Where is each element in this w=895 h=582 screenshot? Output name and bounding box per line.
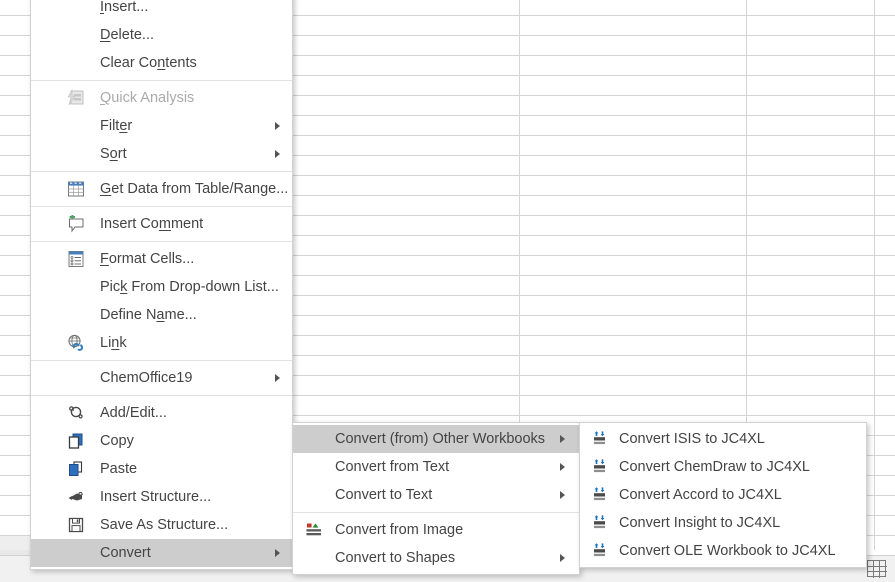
menu-separator: [31, 171, 292, 172]
menu-item-label: Define Name...: [100, 308, 197, 323]
convert-import-icon: [592, 514, 610, 532]
menu-item-copy[interactable]: Copy: [31, 427, 292, 455]
save-floppy-icon: [67, 516, 85, 534]
menu-item-get-data-from-table-range[interactable]: Get Data from Table/Range...: [31, 175, 292, 203]
menu-item-define-name[interactable]: Define Name...: [31, 301, 292, 329]
menu-separator: [31, 241, 292, 242]
menu-item-label: Format Cells...: [100, 252, 194, 267]
chevron-right-icon: [560, 491, 565, 499]
menu-item-label: Convert to Text: [335, 488, 432, 503]
menu-item-label: Convert from Text: [335, 460, 449, 475]
menu-item-sort[interactable]: Sort: [31, 140, 292, 168]
menu-item-label: Convert to Shapes: [335, 551, 455, 566]
convert-import-icon: [592, 430, 610, 448]
menu-item-label: Pick From Drop-down List...: [100, 280, 279, 295]
menu-item-label: Convert from Image: [335, 523, 463, 538]
table-grid-icon: [67, 180, 85, 198]
menu-item-label: Convert Insight to JC4XL: [619, 516, 780, 531]
copy-icon: [67, 432, 85, 450]
convert-image-icon: [305, 521, 323, 539]
menu-separator: [293, 512, 579, 513]
menu-item-label: ChemOffice19: [100, 371, 192, 386]
menu-item-label: Convert OLE Workbook to JC4XL: [619, 544, 836, 559]
menu-item-add-edit[interactable]: Add/Edit...: [31, 399, 292, 427]
menu-separator: [31, 360, 292, 361]
menu-item-label: Insert Structure...: [100, 490, 211, 505]
chevron-right-icon: [560, 435, 565, 443]
menu-item-insert-structure[interactable]: Insert Structure...: [31, 483, 292, 511]
convert-import-icon: [592, 486, 610, 504]
menu-separator: [31, 395, 292, 396]
menu-item-convert[interactable]: Convert: [31, 539, 292, 567]
submenu-item-convert-from-other-workbooks[interactable]: Convert (from) Other Workbooks: [293, 425, 579, 453]
workbook-item-convert-isis-to-jc4xl[interactable]: Convert ISIS to JC4XL: [580, 425, 866, 453]
submenu-item-convert-from-image[interactable]: Convert from Image: [293, 516, 579, 544]
menu-item-format-cells[interactable]: Format Cells...: [31, 245, 292, 273]
workbook-item-convert-chemdraw-to-jc4xl[interactable]: Convert ChemDraw to JC4XL: [580, 453, 866, 481]
menu-item-label: Add/Edit...: [100, 406, 167, 421]
menu-item-label: Save As Structure...: [100, 518, 228, 533]
menu-item-label: Delete...: [100, 28, 154, 43]
menu-item-paste[interactable]: Paste: [31, 455, 292, 483]
menu-separator: [31, 206, 292, 207]
menu-item-pick-from-drop-down-list[interactable]: Pick From Drop-down List...: [31, 273, 292, 301]
chevron-right-icon: [560, 554, 565, 562]
menu-item-save-as-structure[interactable]: Save As Structure...: [31, 511, 292, 539]
menu-item-label: Quick Analysis: [100, 91, 194, 106]
chevron-right-icon: [275, 374, 280, 382]
menu-item-chemoffice19[interactable]: ChemOffice19: [31, 364, 292, 392]
workbook-item-convert-ole-workbook-to-jc4xl[interactable]: Convert OLE Workbook to JC4XL: [580, 537, 866, 565]
submenu-item-convert-to-text[interactable]: Convert to Text: [293, 481, 579, 509]
convert-submenu[interactable]: Convert (from) Other Workbooks Convert fr…: [292, 422, 580, 575]
cell-context-menu[interactable]: Insert... Delete... Clear Contents Quick An…: [30, 0, 293, 570]
menu-item-label: Paste: [100, 462, 137, 477]
menu-item-label: Convert Accord to JC4XL: [619, 488, 782, 503]
format-cells-icon: [67, 250, 85, 268]
menu-item-label: Convert ISIS to JC4XL: [619, 432, 765, 447]
menu-item-insert-comment[interactable]: Insert Comment: [31, 210, 292, 238]
link-globe-icon: [67, 334, 85, 352]
grid-col-line: [874, 0, 875, 552]
convert-import-icon: [592, 458, 610, 476]
menu-item-label: Convert (from) Other Workbooks: [335, 432, 545, 447]
insert-structure-icon: [67, 488, 85, 506]
convert-import-icon: [592, 542, 610, 560]
workbook-item-convert-accord-to-jc4xl[interactable]: Convert Accord to JC4XL: [580, 481, 866, 509]
menu-item-label: Insert...: [100, 0, 148, 14]
menu-item-clear-contents[interactable]: Clear Contents: [31, 49, 292, 77]
submenu-item-convert-to-shapes[interactable]: Convert to Shapes: [293, 544, 579, 572]
menu-item-label: Filter: [100, 119, 132, 134]
menu-item-label: Sort: [100, 147, 127, 162]
other-workbooks-submenu[interactable]: Convert ISIS to JC4XL Convert ChemDraw to…: [579, 422, 867, 568]
menu-item-label: Link: [100, 336, 127, 351]
menu-separator: [31, 80, 292, 81]
chevron-right-icon: [275, 549, 280, 557]
chevron-right-icon: [560, 463, 565, 471]
quick-analysis-icon: [67, 89, 85, 107]
workbook-item-convert-insight-to-jc4xl[interactable]: Convert Insight to JC4XL: [580, 509, 866, 537]
submenu-item-convert-from-text[interactable]: Convert from Text: [293, 453, 579, 481]
insert-comment-icon: [67, 215, 85, 233]
menu-item-delete[interactable]: Delete...: [31, 21, 292, 49]
menu-item-insert[interactable]: Insert...: [31, 0, 292, 21]
grid-view-icon[interactable]: [866, 559, 888, 579]
chevron-right-icon: [275, 122, 280, 130]
menu-item-link[interactable]: Link: [31, 329, 292, 357]
molecule-edit-icon: [67, 404, 85, 422]
menu-item-label: Clear Contents: [100, 56, 197, 71]
menu-item-label: Insert Comment: [100, 217, 203, 232]
menu-item-label: Get Data from Table/Range...: [100, 182, 288, 197]
chevron-right-icon: [275, 150, 280, 158]
menu-item-label: Convert: [100, 546, 151, 561]
menu-item-label: Copy: [100, 434, 134, 449]
menu-item-quick-analysis: Quick Analysis: [31, 84, 292, 112]
menu-item-filter[interactable]: Filter: [31, 112, 292, 140]
paste-icon: [67, 460, 85, 478]
menu-item-label: Convert ChemDraw to JC4XL: [619, 460, 810, 475]
